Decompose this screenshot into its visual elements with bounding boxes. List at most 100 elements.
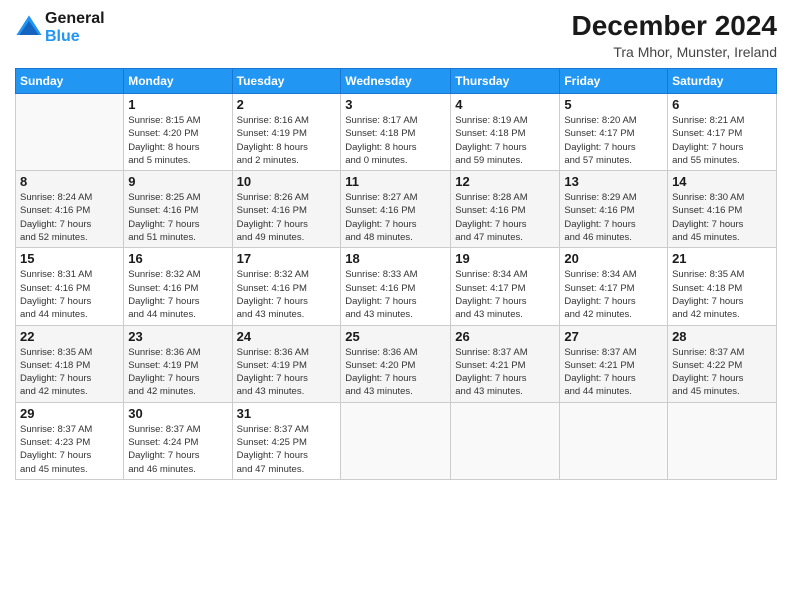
logo-icon bbox=[15, 14, 43, 42]
week-row-4: 22 Sunrise: 8:35 AM Sunset: 4:18 PM Dayli… bbox=[16, 325, 777, 402]
subtitle: Tra Mhor, Munster, Ireland bbox=[572, 44, 777, 60]
calendar-cell: 10 Sunrise: 8:26 AM Sunset: 4:16 PM Dayli… bbox=[232, 171, 341, 248]
title-block: December 2024 Tra Mhor, Munster, Ireland bbox=[572, 10, 777, 60]
day-number: 25 bbox=[345, 329, 446, 344]
header-cell-monday: Monday bbox=[124, 69, 232, 94]
logo: General Blue bbox=[15, 10, 105, 46]
calendar-cell: 9Sunrise: 8:25 AM Sunset: 4:16 PM Daylig… bbox=[124, 171, 232, 248]
calendar-cell: 5 Sunrise: 8:20 AM Sunset: 4:17 PM Daylig… bbox=[560, 94, 668, 171]
day-info: Sunrise: 8:27 AM Sunset: 4:16 PM Dayligh… bbox=[345, 191, 446, 244]
header-cell-thursday: Thursday bbox=[451, 69, 560, 94]
day-info: Sunrise: 8:35 AM Sunset: 4:18 PM Dayligh… bbox=[20, 346, 119, 399]
week-row-1: 1Sunrise: 8:15 AM Sunset: 4:20 PM Daylig… bbox=[16, 94, 777, 171]
day-info: Sunrise: 8:37 AM Sunset: 4:22 PM Dayligh… bbox=[672, 346, 772, 399]
day-number: 28 bbox=[672, 329, 772, 344]
main-title: December 2024 bbox=[572, 10, 777, 42]
calendar-cell: 25 Sunrise: 8:36 AM Sunset: 4:20 PM Dayli… bbox=[341, 325, 451, 402]
day-info: Sunrise: 8:37 AM Sunset: 4:21 PM Dayligh… bbox=[564, 346, 663, 399]
day-info: Sunrise: 8:30 AM Sunset: 4:16 PM Dayligh… bbox=[672, 191, 772, 244]
header-cell-saturday: Saturday bbox=[668, 69, 777, 94]
day-number: 26 bbox=[455, 329, 555, 344]
header-cell-wednesday: Wednesday bbox=[341, 69, 451, 94]
day-number: 3 bbox=[345, 97, 446, 112]
day-info: Sunrise: 8:34 AM Sunset: 4:17 PM Dayligh… bbox=[455, 268, 555, 321]
calendar-cell: 17Sunrise: 8:32 AM Sunset: 4:16 PM Dayli… bbox=[232, 248, 341, 325]
day-number: 22 bbox=[20, 329, 119, 344]
page-container: General Blue December 2024 Tra Mhor, Mun… bbox=[0, 0, 792, 490]
day-number: 24 bbox=[237, 329, 337, 344]
calendar-cell bbox=[668, 402, 777, 479]
calendar-cell: 19Sunrise: 8:34 AM Sunset: 4:17 PM Dayli… bbox=[451, 248, 560, 325]
calendar-cell: 8 Sunrise: 8:24 AM Sunset: 4:16 PM Daylig… bbox=[16, 171, 124, 248]
day-info: Sunrise: 8:35 AM Sunset: 4:18 PM Dayligh… bbox=[672, 268, 772, 321]
day-info: Sunrise: 8:26 AM Sunset: 4:16 PM Dayligh… bbox=[237, 191, 337, 244]
day-info: Sunrise: 8:37 AM Sunset: 4:25 PM Dayligh… bbox=[237, 423, 337, 476]
calendar-cell bbox=[451, 402, 560, 479]
calendar-cell: 11 Sunrise: 8:27 AM Sunset: 4:16 PM Dayli… bbox=[341, 171, 451, 248]
calendar-cell: 23 Sunrise: 8:36 AM Sunset: 4:19 PM Dayli… bbox=[124, 325, 232, 402]
day-info: Sunrise: 8:37 AM Sunset: 4:23 PM Dayligh… bbox=[20, 423, 119, 476]
day-number: 12 bbox=[455, 174, 555, 189]
day-info: Sunrise: 8:17 AM Sunset: 4:18 PM Dayligh… bbox=[345, 114, 446, 167]
calendar-header: SundayMondayTuesdayWednesdayThursdayFrid… bbox=[16, 69, 777, 94]
calendar-cell: 20Sunrise: 8:34 AM Sunset: 4:17 PM Dayli… bbox=[560, 248, 668, 325]
day-number: 27 bbox=[564, 329, 663, 344]
header: General Blue December 2024 Tra Mhor, Mun… bbox=[15, 10, 777, 60]
day-info: Sunrise: 8:25 AM Sunset: 4:16 PM Dayligh… bbox=[128, 191, 227, 244]
calendar-body: 1Sunrise: 8:15 AM Sunset: 4:20 PM Daylig… bbox=[16, 94, 777, 480]
calendar-cell: 27 Sunrise: 8:37 AM Sunset: 4:21 PM Dayli… bbox=[560, 325, 668, 402]
calendar-cell: 12Sunrise: 8:28 AM Sunset: 4:16 PM Dayli… bbox=[451, 171, 560, 248]
calendar-cell: 31 Sunrise: 8:37 AM Sunset: 4:25 PM Dayli… bbox=[232, 402, 341, 479]
day-number: 6 bbox=[672, 97, 772, 112]
calendar-cell: 15Sunrise: 8:31 AM Sunset: 4:16 PM Dayli… bbox=[16, 248, 124, 325]
week-row-2: 8 Sunrise: 8:24 AM Sunset: 4:16 PM Daylig… bbox=[16, 171, 777, 248]
day-number: 8 bbox=[20, 174, 119, 189]
day-info: Sunrise: 8:24 AM Sunset: 4:16 PM Dayligh… bbox=[20, 191, 119, 244]
calendar-cell: 2Sunrise: 8:16 AM Sunset: 4:19 PM Daylig… bbox=[232, 94, 341, 171]
calendar-cell: 21Sunrise: 8:35 AM Sunset: 4:18 PM Dayli… bbox=[668, 248, 777, 325]
day-number: 4 bbox=[455, 97, 555, 112]
day-number: 14 bbox=[672, 174, 772, 189]
day-number: 10 bbox=[237, 174, 337, 189]
day-info: Sunrise: 8:36 AM Sunset: 4:19 PM Dayligh… bbox=[237, 346, 337, 399]
day-number: 18 bbox=[345, 251, 446, 266]
calendar-cell: 24 Sunrise: 8:36 AM Sunset: 4:19 PM Dayli… bbox=[232, 325, 341, 402]
calendar-cell: 18 Sunrise: 8:33 AM Sunset: 4:16 PM Dayli… bbox=[341, 248, 451, 325]
day-number: 31 bbox=[237, 406, 337, 421]
header-cell-tuesday: Tuesday bbox=[232, 69, 341, 94]
calendar-cell: 13 Sunrise: 8:29 AM Sunset: 4:16 PM Dayli… bbox=[560, 171, 668, 248]
week-row-5: 29 Sunrise: 8:37 AM Sunset: 4:23 PM Dayli… bbox=[16, 402, 777, 479]
calendar-cell: 30 Sunrise: 8:37 AM Sunset: 4:24 PM Dayli… bbox=[124, 402, 232, 479]
calendar-cell: 3 Sunrise: 8:17 AM Sunset: 4:18 PM Daylig… bbox=[341, 94, 451, 171]
calendar-cell: 28 Sunrise: 8:37 AM Sunset: 4:22 PM Dayli… bbox=[668, 325, 777, 402]
calendar-cell: 14 Sunrise: 8:30 AM Sunset: 4:16 PM Dayli… bbox=[668, 171, 777, 248]
day-info: Sunrise: 8:32 AM Sunset: 4:16 PM Dayligh… bbox=[128, 268, 227, 321]
day-number: 29 bbox=[20, 406, 119, 421]
calendar-cell bbox=[16, 94, 124, 171]
calendar-table: SundayMondayTuesdayWednesdayThursdayFrid… bbox=[15, 68, 777, 480]
day-number: 11 bbox=[345, 174, 446, 189]
calendar-cell: 4 Sunrise: 8:19 AM Sunset: 4:18 PM Daylig… bbox=[451, 94, 560, 171]
day-info: Sunrise: 8:20 AM Sunset: 4:17 PM Dayligh… bbox=[564, 114, 663, 167]
day-number: 16 bbox=[128, 251, 227, 266]
day-number: 23 bbox=[128, 329, 227, 344]
calendar-cell: 29 Sunrise: 8:37 AM Sunset: 4:23 PM Dayli… bbox=[16, 402, 124, 479]
calendar-cell: 6Sunrise: 8:21 AM Sunset: 4:17 PM Daylig… bbox=[668, 94, 777, 171]
calendar-cell: 22 Sunrise: 8:35 AM Sunset: 4:18 PM Dayli… bbox=[16, 325, 124, 402]
day-info: Sunrise: 8:31 AM Sunset: 4:16 PM Dayligh… bbox=[20, 268, 119, 321]
day-number: 13 bbox=[564, 174, 663, 189]
day-info: Sunrise: 8:36 AM Sunset: 4:20 PM Dayligh… bbox=[345, 346, 446, 399]
logo-text: General Blue bbox=[45, 10, 105, 46]
calendar-cell bbox=[341, 402, 451, 479]
day-info: Sunrise: 8:36 AM Sunset: 4:19 PM Dayligh… bbox=[128, 346, 227, 399]
day-info: Sunrise: 8:19 AM Sunset: 4:18 PM Dayligh… bbox=[455, 114, 555, 167]
day-info: Sunrise: 8:34 AM Sunset: 4:17 PM Dayligh… bbox=[564, 268, 663, 321]
day-info: Sunrise: 8:29 AM Sunset: 4:16 PM Dayligh… bbox=[564, 191, 663, 244]
day-info: Sunrise: 8:33 AM Sunset: 4:16 PM Dayligh… bbox=[345, 268, 446, 321]
day-number: 30 bbox=[128, 406, 227, 421]
header-cell-sunday: Sunday bbox=[16, 69, 124, 94]
day-number: 5 bbox=[564, 97, 663, 112]
header-cell-friday: Friday bbox=[560, 69, 668, 94]
day-number: 17 bbox=[237, 251, 337, 266]
day-info: Sunrise: 8:37 AM Sunset: 4:24 PM Dayligh… bbox=[128, 423, 227, 476]
